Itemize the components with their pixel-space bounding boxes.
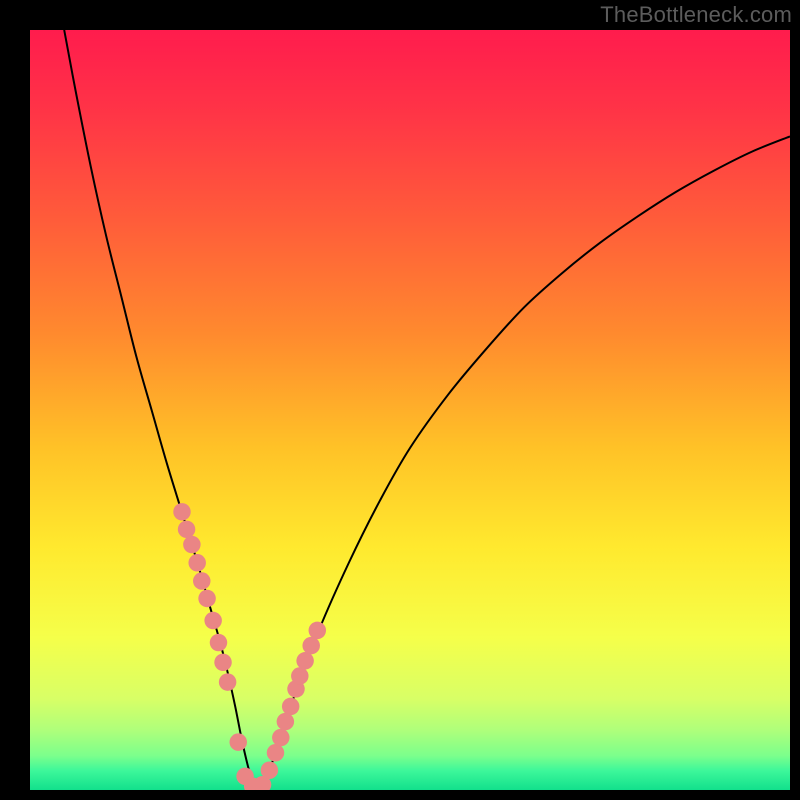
highlight-point — [267, 744, 284, 761]
highlight-point — [296, 652, 313, 669]
highlight-point — [230, 733, 247, 750]
highlight-point — [302, 637, 319, 654]
plot-area — [30, 30, 790, 790]
highlight-point — [198, 590, 215, 607]
highlight-point — [272, 729, 289, 746]
highlight-point — [277, 713, 294, 730]
highlight-point — [193, 572, 210, 589]
highlight-point — [291, 667, 308, 684]
highlight-point — [219, 673, 236, 690]
highlight-point — [261, 762, 278, 779]
highlight-point — [204, 612, 221, 629]
highlight-point — [183, 536, 200, 553]
highlight-point — [214, 654, 231, 671]
highlight-points — [30, 30, 790, 790]
highlight-point — [282, 698, 299, 715]
highlight-point — [173, 503, 190, 520]
watermark-text: TheBottleneck.com — [600, 2, 792, 28]
highlight-point — [210, 634, 227, 651]
highlight-point — [178, 521, 195, 538]
highlight-point — [188, 554, 205, 571]
highlight-point — [309, 622, 326, 639]
chart-frame: TheBottleneck.com — [0, 0, 800, 800]
